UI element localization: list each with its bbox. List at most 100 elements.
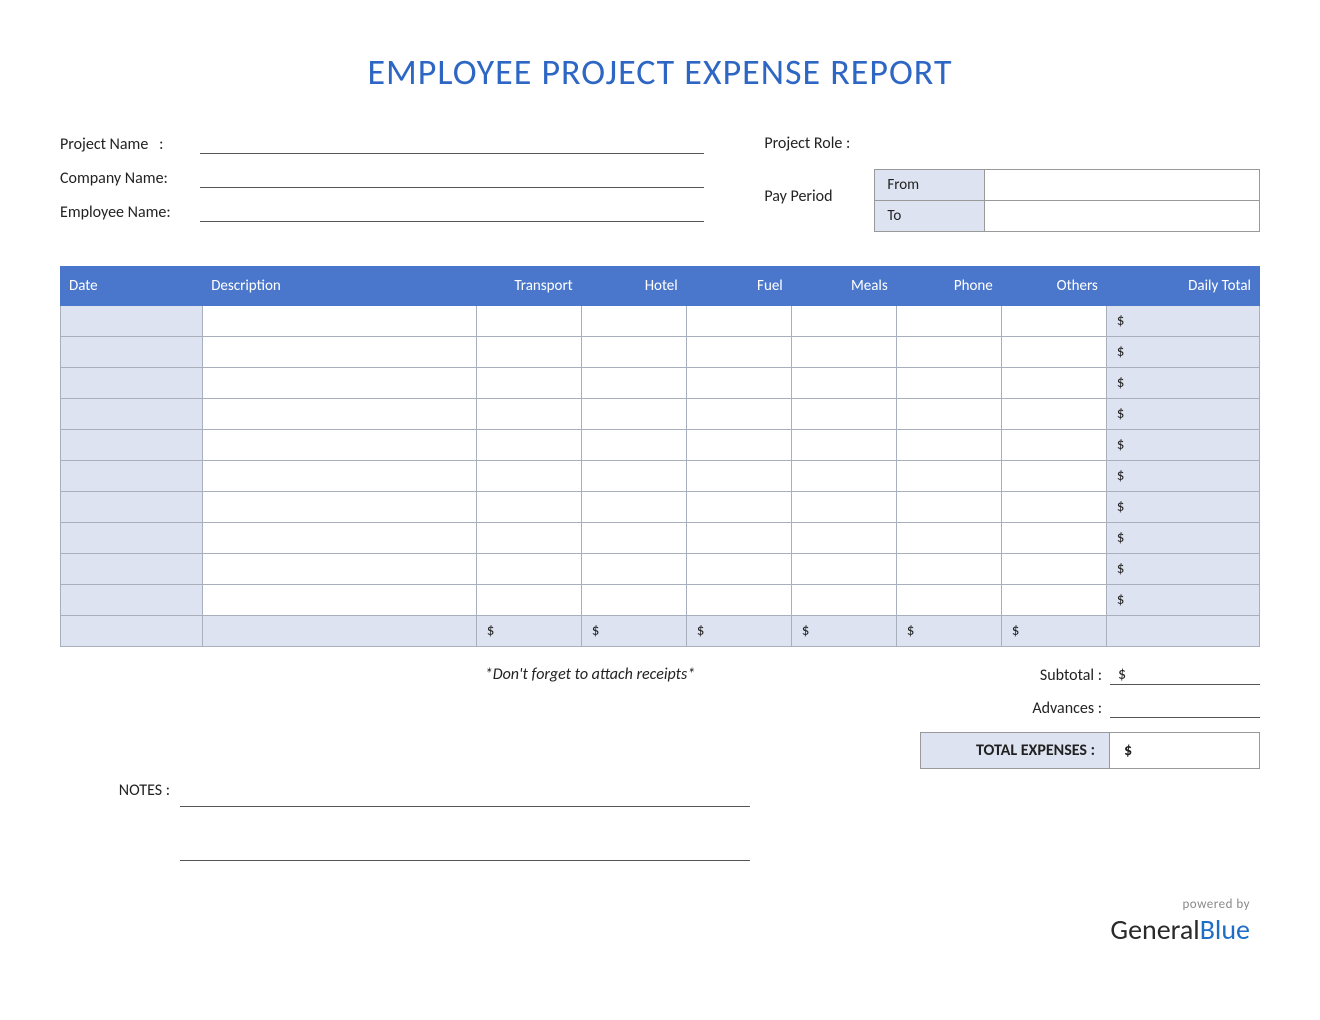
cell-phone[interactable] xyxy=(896,523,1001,554)
cell-fuel[interactable] xyxy=(686,585,791,616)
notes-line-1[interactable] xyxy=(180,779,750,807)
cell-fuel[interactable] xyxy=(686,461,791,492)
cell-fuel[interactable] xyxy=(686,337,791,368)
cell-transport[interactable] xyxy=(476,492,581,523)
cell-others[interactable] xyxy=(1001,337,1106,368)
cell-hotel[interactable] xyxy=(581,554,686,585)
cell-transport[interactable] xyxy=(476,368,581,399)
cell-fuel[interactable] xyxy=(686,399,791,430)
cell-date[interactable] xyxy=(61,337,203,368)
cell-description[interactable] xyxy=(203,492,476,523)
cell-date[interactable] xyxy=(61,399,203,430)
cell-fuel[interactable] xyxy=(686,306,791,337)
cell-transport[interactable] xyxy=(476,585,581,616)
cell-transport[interactable] xyxy=(476,461,581,492)
cell-phone[interactable] xyxy=(896,337,1001,368)
cell-others[interactable] xyxy=(1001,585,1106,616)
cell-description[interactable] xyxy=(203,461,476,492)
col-fuel: Fuel xyxy=(686,267,791,306)
cell-fuel[interactable] xyxy=(686,430,791,461)
cell-hotel[interactable] xyxy=(581,461,686,492)
cell-phone[interactable] xyxy=(896,554,1001,585)
total-transport: $ xyxy=(476,616,581,647)
cell-fuel[interactable] xyxy=(686,492,791,523)
cell-hotel[interactable] xyxy=(581,337,686,368)
cell-description[interactable] xyxy=(203,368,476,399)
cell-description[interactable] xyxy=(203,585,476,616)
cell-date[interactable] xyxy=(61,306,203,337)
cell-hotel[interactable] xyxy=(581,306,686,337)
cell-fuel[interactable] xyxy=(686,368,791,399)
cell-transport[interactable] xyxy=(476,554,581,585)
cell-phone[interactable] xyxy=(896,306,1001,337)
cell-meals[interactable] xyxy=(791,430,896,461)
notes-line-2[interactable] xyxy=(180,833,750,861)
cell-others[interactable] xyxy=(1001,306,1106,337)
subtotal-value[interactable]: $ xyxy=(1110,665,1260,685)
cell-description[interactable] xyxy=(203,523,476,554)
cell-hotel[interactable] xyxy=(581,368,686,399)
cell-others[interactable] xyxy=(1001,554,1106,585)
advances-value[interactable] xyxy=(1110,717,1260,718)
cell-date[interactable] xyxy=(61,554,203,585)
cell-hotel[interactable] xyxy=(581,585,686,616)
to-input[interactable] xyxy=(985,201,1260,232)
project-name-input[interactable] xyxy=(200,134,704,154)
cell-meals[interactable] xyxy=(791,399,896,430)
cell-date[interactable] xyxy=(61,430,203,461)
cell-transport[interactable] xyxy=(476,337,581,368)
cell-meals[interactable] xyxy=(791,554,896,585)
cell-phone[interactable] xyxy=(896,368,1001,399)
company-name-input[interactable] xyxy=(200,168,704,188)
advances-row: Advances : xyxy=(920,699,1260,718)
cell-others[interactable] xyxy=(1001,461,1106,492)
cell-phone[interactable] xyxy=(896,492,1001,523)
cell-fuel[interactable] xyxy=(686,554,791,585)
total-fuel: $ xyxy=(686,616,791,647)
cell-phone[interactable] xyxy=(896,461,1001,492)
cell-others[interactable] xyxy=(1001,492,1106,523)
cell-date[interactable] xyxy=(61,461,203,492)
cell-meals[interactable] xyxy=(791,368,896,399)
cell-phone[interactable] xyxy=(896,430,1001,461)
employee-name-input[interactable] xyxy=(200,202,704,222)
cell-others[interactable] xyxy=(1001,430,1106,461)
cell-description[interactable] xyxy=(203,306,476,337)
cell-meals[interactable] xyxy=(791,337,896,368)
table-row: $ xyxy=(61,399,1260,430)
cell-hotel[interactable] xyxy=(581,523,686,554)
cell-fuel[interactable] xyxy=(686,523,791,554)
cell-hotel[interactable] xyxy=(581,492,686,523)
table-row: $ xyxy=(61,461,1260,492)
cell-transport[interactable] xyxy=(476,523,581,554)
cell-phone[interactable] xyxy=(896,585,1001,616)
cell-date[interactable] xyxy=(61,368,203,399)
receipts-reminder: *Don't forget to attach receipts* xyxy=(60,665,920,684)
cell-description[interactable] xyxy=(203,430,476,461)
cell-date[interactable] xyxy=(61,523,203,554)
cell-meals[interactable] xyxy=(791,523,896,554)
cell-others[interactable] xyxy=(1001,399,1106,430)
cell-transport[interactable] xyxy=(476,430,581,461)
cell-description[interactable] xyxy=(203,399,476,430)
cell-meals[interactable] xyxy=(791,461,896,492)
cell-meals[interactable] xyxy=(791,585,896,616)
cell-date[interactable] xyxy=(61,585,203,616)
advances-label: Advances : xyxy=(920,699,1110,718)
cell-others[interactable] xyxy=(1001,523,1106,554)
cell-phone[interactable] xyxy=(896,399,1001,430)
powered-by-label: powered by xyxy=(60,897,1250,912)
from-input[interactable] xyxy=(985,170,1260,201)
total-expenses-label: TOTAL EXPENSES : xyxy=(920,732,1110,769)
cell-date[interactable] xyxy=(61,492,203,523)
cell-meals[interactable] xyxy=(791,492,896,523)
cell-meals[interactable] xyxy=(791,306,896,337)
cell-hotel[interactable] xyxy=(581,430,686,461)
col-meals: Meals xyxy=(791,267,896,306)
cell-hotel[interactable] xyxy=(581,399,686,430)
cell-transport[interactable] xyxy=(476,306,581,337)
cell-description[interactable] xyxy=(203,554,476,585)
cell-others[interactable] xyxy=(1001,368,1106,399)
cell-transport[interactable] xyxy=(476,399,581,430)
cell-description[interactable] xyxy=(203,337,476,368)
